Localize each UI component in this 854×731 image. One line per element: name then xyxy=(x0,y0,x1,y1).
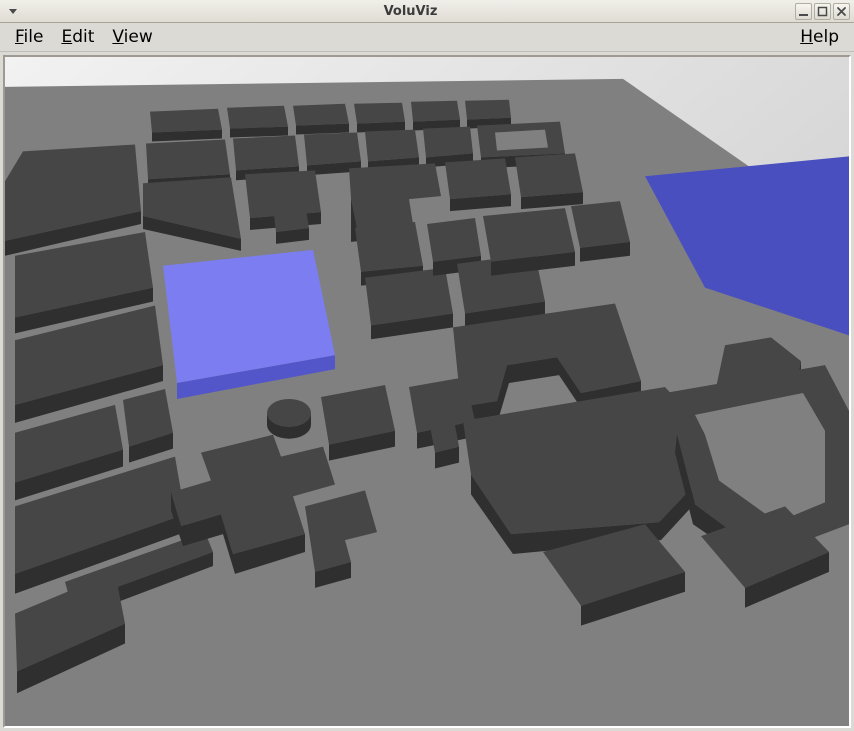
window-menu-icon xyxy=(6,4,20,18)
menu-edit-mnemonic: E xyxy=(61,27,72,47)
menu-help[interactable]: Help xyxy=(791,25,848,49)
maximize-icon xyxy=(817,6,828,17)
viewport-frame xyxy=(3,55,851,728)
minimize-button[interactable] xyxy=(795,3,812,20)
window-controls xyxy=(795,3,854,20)
menu-view-mnemonic: V xyxy=(112,27,123,47)
menu-file-rest: ile xyxy=(24,27,44,47)
window-title: VoluViz xyxy=(26,4,795,19)
menu-file[interactable]: File xyxy=(6,25,52,49)
window-titlebar: VoluViz xyxy=(0,0,854,23)
maximize-button[interactable] xyxy=(814,3,831,20)
menu-edit[interactable]: Edit xyxy=(52,25,103,49)
menu-view[interactable]: View xyxy=(103,25,161,49)
close-icon xyxy=(836,6,847,17)
menu-edit-rest: dit xyxy=(72,27,94,47)
menu-file-mnemonic: F xyxy=(15,27,24,47)
client-area xyxy=(0,52,854,731)
menu-view-rest: iew xyxy=(124,27,153,47)
menu-help-mnemonic: H xyxy=(800,27,813,47)
menubar: File Edit View Help xyxy=(0,23,854,52)
menu-help-rest: elp xyxy=(813,27,839,47)
window-menu-button[interactable] xyxy=(0,4,26,18)
viewport-3d[interactable] xyxy=(5,57,849,726)
close-button[interactable] xyxy=(833,3,850,20)
minimize-icon xyxy=(798,6,809,17)
